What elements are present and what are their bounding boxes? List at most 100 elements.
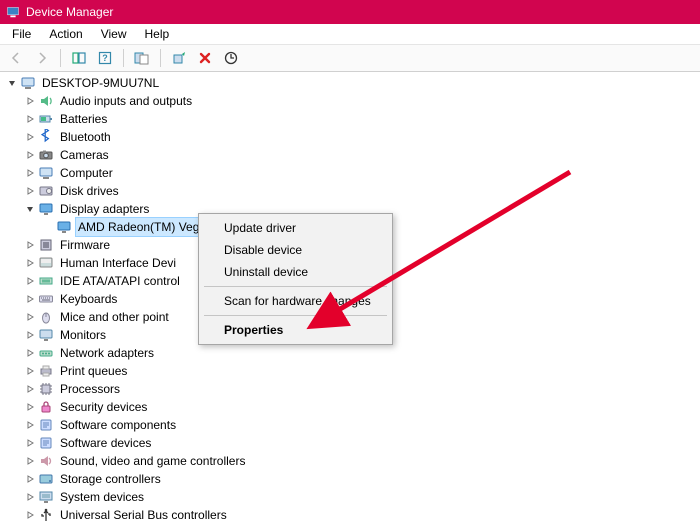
tree-node-label[interactable]: Security devices — [58, 398, 149, 416]
expand-icon[interactable] — [24, 275, 36, 287]
tree-node[interactable]: DESKTOP-9MUU7NL — [6, 74, 694, 92]
tree-node[interactable]: Processors — [6, 380, 694, 398]
tree-node[interactable]: Disk drives — [6, 182, 694, 200]
security-icon — [38, 399, 54, 415]
tree-node-label[interactable]: Software devices — [58, 434, 153, 452]
tree-node[interactable]: Print queues — [6, 362, 694, 380]
help-button[interactable]: ? — [93, 46, 117, 70]
tree-node-label[interactable]: Disk drives — [58, 182, 121, 200]
mouse-icon — [38, 309, 54, 325]
expand-icon[interactable] — [24, 509, 36, 521]
menu-view[interactable]: View — [93, 25, 135, 43]
expand-icon[interactable] — [24, 383, 36, 395]
context-menu-item[interactable]: Properties — [202, 319, 389, 341]
tree-node[interactable]: Bluetooth — [6, 128, 694, 146]
tree-node-label[interactable]: Firmware — [58, 236, 112, 254]
tree-node-label[interactable]: Keyboards — [58, 290, 119, 308]
scan-hardware-button[interactable] — [219, 46, 243, 70]
expand-icon[interactable] — [24, 491, 36, 503]
expand-icon[interactable] — [24, 185, 36, 197]
collapse-icon[interactable] — [24, 203, 36, 215]
tree-node-label[interactable]: Bluetooth — [58, 128, 113, 146]
svg-text:?: ? — [102, 53, 108, 63]
expand-icon[interactable] — [24, 239, 36, 251]
expand-icon[interactable] — [24, 167, 36, 179]
tree-node-label[interactable]: IDE ATA/ATAPI control — [58, 272, 182, 290]
tree-node-label[interactable]: DESKTOP-9MUU7NL — [40, 74, 161, 92]
context-menu-item[interactable]: Update driver — [202, 217, 389, 239]
tree-node-label[interactable]: System devices — [58, 488, 146, 506]
expand-icon[interactable] — [24, 419, 36, 431]
expand-icon[interactable] — [24, 401, 36, 413]
expand-icon[interactable] — [24, 365, 36, 377]
expand-icon[interactable] — [24, 131, 36, 143]
show-hide-tree-button[interactable] — [67, 46, 91, 70]
menu-action[interactable]: Action — [41, 25, 90, 43]
context-menu-item[interactable]: Disable device — [202, 239, 389, 261]
tree-node[interactable]: Computer — [6, 164, 694, 182]
tree-node-label[interactable]: Batteries — [58, 110, 109, 128]
tree-node[interactable]: System devices — [6, 488, 694, 506]
tree-node-label[interactable]: Monitors — [58, 326, 108, 344]
tree-node[interactable]: Software components — [6, 416, 694, 434]
toolbar-separator — [60, 49, 61, 67]
expand-icon[interactable] — [24, 149, 36, 161]
update-driver-button[interactable] — [167, 46, 191, 70]
tree-node[interactable]: Software devices — [6, 434, 694, 452]
battery-icon — [38, 111, 54, 127]
tree-node-label[interactable]: Computer — [58, 164, 115, 182]
context-menu-separator — [204, 286, 387, 287]
expand-icon[interactable] — [24, 329, 36, 341]
tree-node-label[interactable]: Cameras — [58, 146, 111, 164]
tree-node-label[interactable]: Processors — [58, 380, 122, 398]
tree-node-label[interactable]: Software components — [58, 416, 178, 434]
expand-icon[interactable] — [24, 293, 36, 305]
expand-icon[interactable] — [24, 455, 36, 467]
tree-node[interactable]: Security devices — [6, 398, 694, 416]
tree-node-label[interactable]: Storage controllers — [58, 470, 163, 488]
menubar: File Action View Help — [0, 24, 700, 45]
ide-icon — [38, 273, 54, 289]
expand-icon[interactable] — [24, 437, 36, 449]
menu-help[interactable]: Help — [137, 25, 178, 43]
tree-node-label[interactable]: Universal Serial Bus controllers — [58, 506, 229, 524]
context-menu-item[interactable]: Scan for hardware changes — [202, 290, 389, 312]
tree-node-label[interactable]: Sound, video and game controllers — [58, 452, 247, 470]
properties-button[interactable] — [130, 46, 154, 70]
context-menu: Update driverDisable deviceUninstall dev… — [198, 213, 393, 345]
tree-node-label[interactable]: Print queues — [58, 362, 129, 380]
collapse-icon[interactable] — [6, 77, 18, 89]
tree-node[interactable]: Cameras — [6, 146, 694, 164]
expand-icon[interactable] — [24, 95, 36, 107]
toolbar: ? — [0, 45, 700, 72]
tree-node-label[interactable]: Mice and other point — [58, 308, 171, 326]
tree-node[interactable]: Batteries — [6, 110, 694, 128]
keyboard-icon — [38, 291, 54, 307]
expand-icon[interactable] — [24, 473, 36, 485]
firmware-icon — [38, 237, 54, 253]
window-title: Device Manager — [26, 5, 113, 19]
audio-icon — [38, 93, 54, 109]
toolbar-separator — [160, 49, 161, 67]
expand-icon[interactable] — [24, 257, 36, 269]
tree-node[interactable]: Network adapters — [6, 344, 694, 362]
tree-node[interactable]: Universal Serial Bus controllers — [6, 506, 694, 524]
tree-node-label[interactable]: Human Interface Devi — [58, 254, 178, 272]
uninstall-device-button[interactable] — [193, 46, 217, 70]
toolbar-separator — [123, 49, 124, 67]
tree-node-label[interactable]: Network adapters — [58, 344, 156, 362]
expand-icon[interactable] — [24, 113, 36, 125]
back-button[interactable] — [4, 46, 28, 70]
expand-icon[interactable] — [24, 311, 36, 323]
sound-icon — [38, 453, 54, 469]
tree-node-label[interactable]: Display adapters — [58, 200, 151, 218]
menu-file[interactable]: File — [4, 25, 39, 43]
tree-node-label[interactable]: Audio inputs and outputs — [58, 92, 194, 110]
context-menu-item[interactable]: Uninstall device — [202, 261, 389, 283]
monitor-icon — [38, 327, 54, 343]
expand-icon[interactable] — [24, 347, 36, 359]
forward-button[interactable] — [30, 46, 54, 70]
tree-node[interactable]: Audio inputs and outputs — [6, 92, 694, 110]
tree-node[interactable]: Sound, video and game controllers — [6, 452, 694, 470]
tree-node[interactable]: Storage controllers — [6, 470, 694, 488]
